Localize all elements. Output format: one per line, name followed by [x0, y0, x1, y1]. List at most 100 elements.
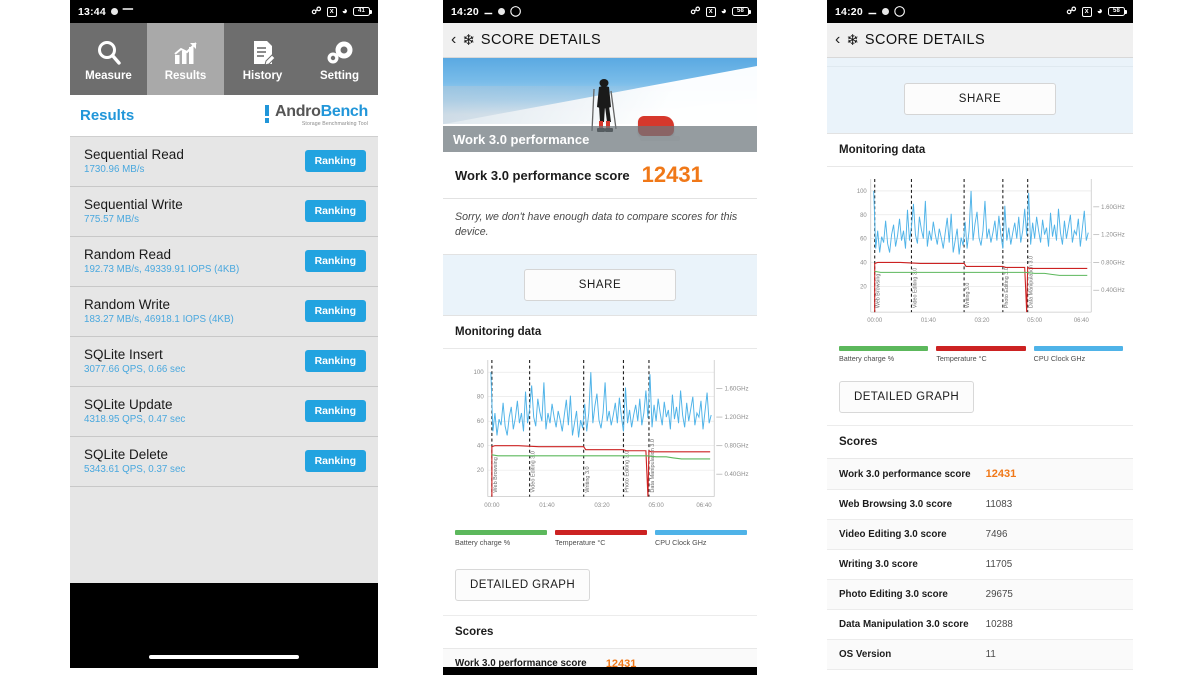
score-val: 12431: [985, 468, 1017, 480]
table-row: Date sept. 16 2021 14:16: [827, 670, 1133, 675]
dnd-icon: ⚊: [867, 5, 878, 17]
svg-text:1.20GHz: 1.20GHz: [1101, 233, 1125, 239]
legend-label: CPU Clock GHz: [655, 537, 707, 547]
score-label: Work 3.0 performance score: [455, 167, 630, 183]
detailed-graph-section-right: DETAILED GRAPH: [827, 373, 1133, 426]
table-row[interactable]: Sequential Read 1730.96 MB/s Ranking: [70, 137, 378, 187]
wifi-icon: ◕: [341, 5, 348, 17]
wifi-icon: ◕: [1096, 5, 1103, 17]
ranking-button[interactable]: Ranking: [304, 300, 366, 322]
svg-text:0.40GHz: 0.40GHz: [1101, 288, 1125, 294]
score-val: 12431: [605, 657, 637, 667]
tab-bar: Measure Results History Setting: [70, 23, 378, 95]
gears-icon: [325, 37, 355, 67]
result-value: 192.73 MB/s, 49339.91 IOPS (4KB): [84, 264, 240, 275]
svg-text:05:00: 05:00: [648, 502, 664, 509]
result-name: SQLite Delete: [84, 447, 169, 462]
back-icon[interactable]: ‹: [451, 31, 456, 49]
svg-text:0.80GHz: 0.80GHz: [1101, 260, 1125, 266]
svg-text:1.60GHz: 1.60GHz: [724, 385, 748, 392]
detailed-graph-button[interactable]: DETAILED GRAPH: [455, 568, 591, 601]
scores-header: Scores: [827, 426, 1133, 459]
location-icon: ◯: [510, 5, 522, 17]
legend-item-temperature: Temperature °C: [936, 346, 1026, 363]
svg-text:06:40: 06:40: [696, 502, 712, 509]
result-value: 3077.66 QPS, 0.66 sec: [84, 364, 186, 375]
annotation-video-editing: Video Editing 3.0: [531, 451, 537, 493]
score-val: 29675: [985, 589, 1013, 600]
status-time: 13:44: [78, 5, 106, 18]
legend-item-battery: Battery charge %: [455, 529, 547, 547]
phone-screenshot-pcmark-top: 14:20 ⚊ ◯ ☍ x ◕ 58 ‹ ❄ SCORE DETAILS Wor…: [443, 0, 757, 675]
nfc-off-icon: x: [1081, 6, 1092, 17]
status-bar-right: 14:20 ⚊ ◯ ☍ x ◕ 58: [827, 0, 1133, 23]
table-row[interactable]: Random Read 192.73 MB/s, 49339.91 IOPS (…: [70, 237, 378, 287]
svg-text:80: 80: [860, 213, 867, 219]
phone-screenshot-pcmark-bottom: 14:20 ⚊ ◯ ☍ x ◕ 58 ‹ ❄ SCORE DETAILS SHA…: [827, 0, 1133, 675]
tab-results-label: Results: [164, 69, 207, 82]
svg-text:05:00: 05:00: [1027, 318, 1043, 324]
ranking-button[interactable]: Ranking: [304, 350, 366, 372]
tab-results[interactable]: Results: [147, 23, 224, 95]
ranking-button[interactable]: Ranking: [304, 400, 366, 422]
status-bar-mid: 14:20 ⚊ ◯ ☍ x ◕ 58: [443, 0, 757, 23]
table-row[interactable]: SQLite Insert 3077.66 QPS, 0.66 sec Rank…: [70, 337, 378, 387]
result-name: SQLite Update: [84, 397, 173, 412]
table-row[interactable]: SQLite Delete 5343.61 QPS, 0.37 sec Rank…: [70, 437, 378, 487]
svg-text:60: 60: [477, 418, 484, 425]
svg-text:01:40: 01:40: [921, 318, 937, 324]
monitoring-chart-svg: 100 80 60 40 20 1.60GHz 1.20GHz 0.80GHz 0.40G…: [857, 179, 1125, 324]
brand-andro: Andro: [274, 103, 321, 121]
magnifier-icon: [96, 37, 122, 67]
tab-measure[interactable]: Measure: [70, 23, 147, 95]
temperature-series: [491, 444, 711, 497]
monitoring-data-header: Monitoring data: [827, 134, 1133, 167]
back-icon[interactable]: ‹: [835, 31, 840, 49]
tab-history[interactable]: History: [224, 23, 301, 95]
table-row[interactable]: Random Write 183.27 MB/s, 46918.1 IOPS (…: [70, 287, 378, 337]
no-comparison-note: Sorry, we don't have enough data to comp…: [443, 199, 757, 255]
scores-header: Scores: [443, 615, 757, 649]
ranking-button[interactable]: Ranking: [304, 150, 366, 172]
detailed-graph-button[interactable]: DETAILED GRAPH: [839, 381, 975, 413]
record-dot-icon: [882, 8, 890, 15]
svg-text:01:40: 01:40: [539, 502, 555, 509]
status-time: 14:20: [451, 5, 479, 18]
tab-setting[interactable]: Setting: [301, 23, 378, 95]
result-name: SQLite Insert: [84, 347, 163, 362]
svg-text:60: 60: [860, 237, 867, 243]
phone-screenshot-androbench: 13:44 ⎻ ☍ x ◕ 41 Measure Results History…: [70, 0, 378, 675]
svg-text:40: 40: [477, 442, 484, 449]
share-button[interactable]: SHARE: [904, 83, 1056, 115]
share-button[interactable]: SHARE: [524, 268, 676, 301]
battery-icon: 41: [353, 6, 372, 17]
score-key: Video Editing 3.0 score: [839, 529, 947, 540]
app-header-right: ‹ ❄ SCORE DETAILS: [827, 23, 1133, 58]
legend-label: CPU Clock GHz: [1033, 354, 1086, 363]
app-header-mid: ‹ ❄ SCORE DETAILS: [443, 23, 757, 58]
legend-label: Battery charge %: [839, 354, 895, 363]
cpu-clock-series: [490, 371, 712, 438]
ranking-button[interactable]: Ranking: [304, 450, 366, 472]
ranking-button[interactable]: Ranking: [304, 200, 366, 222]
score-key: Web Browsing 3.0 score: [839, 499, 953, 510]
table-row[interactable]: Sequential Write 775.57 MB/s Ranking: [70, 187, 378, 237]
table-row: Writing 3.0 score 11705: [827, 550, 1133, 580]
chart-legend-right: Battery charge % Temperature °C CPU Cloc…: [831, 344, 1129, 371]
table-row: OS Version 11: [827, 640, 1133, 670]
brand-tagline: Storage Benchmarking Tool: [301, 120, 368, 127]
scores-table: Work 3.0 performance score 12431 Web Bro…: [827, 459, 1133, 675]
battery-series: [491, 453, 711, 460]
score-key: Work 3.0 performance score: [455, 658, 587, 667]
screenshot-stage: 13:44 ⎻ ☍ x ◕ 41 Measure Results History…: [0, 0, 1200, 675]
home-indicator[interactable]: [149, 655, 299, 659]
legend-item-cpu: CPU Clock GHz: [1033, 346, 1123, 363]
wifi-icon: ◕: [720, 5, 727, 17]
table-row[interactable]: SQLite Update 4318.95 QPS, 0.47 sec Rank…: [70, 387, 378, 437]
svg-text:0.80GHz: 0.80GHz: [724, 442, 748, 449]
svg-text:00:00: 00:00: [867, 318, 883, 324]
detailed-graph-section-mid: DETAILED GRAPH: [443, 556, 757, 616]
ranking-button[interactable]: Ranking: [304, 250, 366, 272]
score-val: 11705: [985, 559, 1013, 570]
annotation-photo-editing: Photo Editing 3.0: [1004, 267, 1010, 308]
